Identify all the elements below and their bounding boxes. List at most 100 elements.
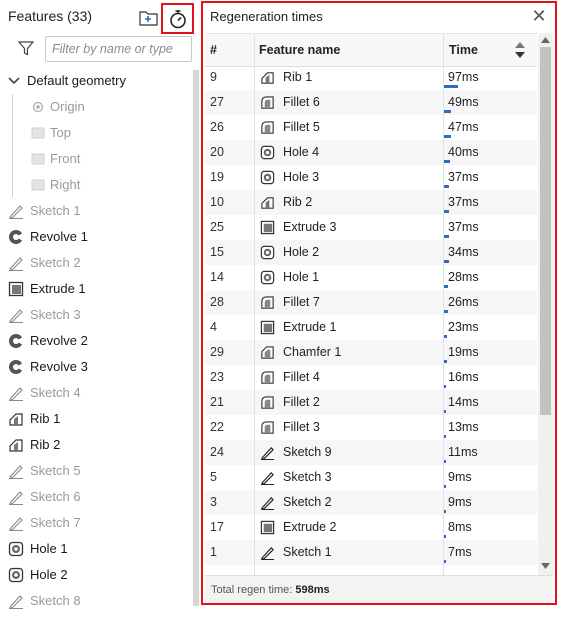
regeneration-times-panel: Regeneration times ✕ # Feature name Time… xyxy=(201,1,557,605)
scroll-down-icon[interactable] xyxy=(541,563,550,569)
row-time: 28ms xyxy=(448,270,479,284)
time-bar xyxy=(444,185,449,188)
time-bar xyxy=(444,535,446,538)
time-bar xyxy=(444,260,449,263)
revolve-icon xyxy=(8,359,24,375)
row-feature-name: Hole 1 xyxy=(283,270,320,284)
row-time: 37ms xyxy=(448,220,479,234)
row-number: 23 xyxy=(210,370,224,384)
time-bar xyxy=(444,310,448,313)
row-feature-name: Sketch 1 xyxy=(283,545,332,559)
rib-icon xyxy=(8,411,24,427)
feature-item-label: Sketch 6 xyxy=(30,489,81,504)
row-number: 21 xyxy=(210,395,224,409)
row-feature-name: Rib 2 xyxy=(283,195,313,209)
rib-icon xyxy=(260,70,275,85)
row-number: 1 xyxy=(210,545,217,559)
add-folder-button[interactable] xyxy=(139,9,159,27)
row-number: 25 xyxy=(210,220,224,234)
row-feature-name: Hole 3 xyxy=(283,170,320,184)
time-bar xyxy=(444,85,458,88)
time-bar xyxy=(444,385,446,388)
sort-icon[interactable] xyxy=(514,41,526,62)
sketch-icon xyxy=(8,385,24,401)
close-button[interactable]: ✕ xyxy=(531,6,547,27)
hole-icon xyxy=(8,541,24,557)
time-bar xyxy=(444,360,447,363)
plane-icon xyxy=(30,125,46,141)
row-number: 14 xyxy=(210,270,224,284)
row-time: 9ms xyxy=(448,495,472,509)
fillet-icon xyxy=(260,120,275,135)
plane-icon xyxy=(30,177,46,193)
chevron-down-icon[interactable] xyxy=(6,73,22,89)
time-bar xyxy=(444,160,450,163)
extrude-icon xyxy=(8,281,24,297)
filter-icon[interactable] xyxy=(17,40,35,59)
feature-item-label: Sketch 4 xyxy=(30,385,81,400)
column-header-time[interactable]: Time xyxy=(449,34,478,66)
rib-icon xyxy=(8,437,24,453)
row-number: 24 xyxy=(210,445,224,459)
row-feature-name: Hole 4 xyxy=(283,145,320,159)
row-number: 4 xyxy=(210,320,217,334)
extrude-icon xyxy=(260,320,275,335)
row-time: 16ms xyxy=(448,370,479,384)
row-number: 9 xyxy=(210,70,217,84)
row-time: 26ms xyxy=(448,295,479,309)
column-divider xyxy=(443,65,444,575)
row-time: 8ms xyxy=(448,520,472,534)
chamfer-icon xyxy=(260,345,275,360)
column-header-number[interactable]: # xyxy=(210,34,217,66)
table-scrollbar-thumb[interactable] xyxy=(540,47,551,415)
feature-item-label: Origin xyxy=(50,99,85,114)
feature-item-label: Revolve 2 xyxy=(30,333,88,348)
time-bar xyxy=(444,435,446,438)
row-time: 49ms xyxy=(448,95,479,109)
row-time: 37ms xyxy=(448,170,479,184)
row-time: 37ms xyxy=(448,195,479,209)
hole-icon xyxy=(260,145,275,160)
filter-input[interactable] xyxy=(45,36,192,62)
feature-item-label: Revolve 1 xyxy=(30,229,88,244)
regeneration-timer-button[interactable] xyxy=(161,3,194,34)
row-time: 47ms xyxy=(448,120,479,134)
time-bar xyxy=(444,460,446,463)
rib-icon xyxy=(260,195,275,210)
sketch-icon xyxy=(8,463,24,479)
time-bar xyxy=(444,560,446,563)
row-number: 26 xyxy=(210,120,224,134)
row-time: 14ms xyxy=(448,395,479,409)
row-time: 40ms xyxy=(448,145,479,159)
time-bar xyxy=(444,110,451,113)
row-time: 34ms xyxy=(448,245,479,259)
row-feature-name: Fillet 3 xyxy=(283,420,320,434)
feature-item-label: Sketch 8 xyxy=(30,593,81,608)
revolve-icon xyxy=(8,229,24,245)
stopwatch-icon xyxy=(170,10,186,29)
revolve-icon xyxy=(8,333,24,349)
column-divider xyxy=(254,34,255,66)
feature-item-label: Sketch 5 xyxy=(30,463,81,478)
scroll-up-icon[interactable] xyxy=(541,37,550,43)
table-header: # Feature name Time xyxy=(205,33,537,67)
row-feature-name: Fillet 2 xyxy=(283,395,320,409)
row-number: 15 xyxy=(210,245,224,259)
sketch-icon xyxy=(8,255,24,271)
feature-item-label: Hole 2 xyxy=(30,567,68,582)
feature-list-scrollbar[interactable] xyxy=(193,70,199,606)
row-feature-name: Fillet 7 xyxy=(283,295,320,309)
feature-item-label: Rib 2 xyxy=(30,437,61,452)
row-feature-name: Chamfer 1 xyxy=(283,345,342,359)
column-header-feature-name[interactable]: Feature name xyxy=(259,34,340,66)
tree-guide-line xyxy=(12,94,13,197)
row-feature-name: Extrude 3 xyxy=(283,220,337,234)
feature-list-panel: Features (33) Default geometry Origin Top F… xyxy=(0,0,200,609)
fillet-icon xyxy=(260,420,275,435)
row-time: 19ms xyxy=(448,345,479,359)
sketch-icon xyxy=(260,545,275,561)
hole-icon xyxy=(260,270,275,285)
feature-item-label: Default geometry xyxy=(27,73,126,88)
sketch-icon xyxy=(8,307,24,323)
fillet-icon xyxy=(260,395,275,410)
